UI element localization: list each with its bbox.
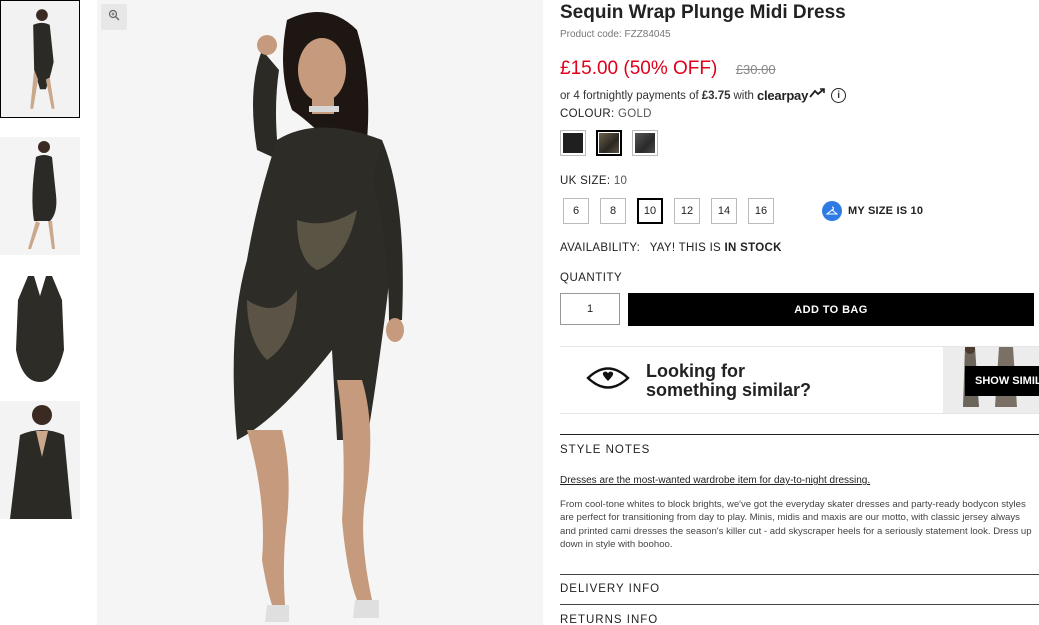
my-size-button[interactable]: MY SIZE IS 10 — [822, 201, 923, 221]
delivery-info-toggle[interactable]: DELIVERY INFO — [560, 583, 660, 595]
model-photo — [97, 0, 543, 625]
clearpay-logo: clearpay — [756, 88, 809, 103]
zoom-icon — [108, 8, 120, 26]
availability: AVAILABILITY: YAY! THIS IS IN STOCK — [560, 242, 782, 254]
size-14[interactable]: 14 — [711, 198, 737, 224]
product-code: Product code: FZZ84045 — [560, 29, 671, 40]
style-notes-line: From cool-tone whites to block brights, … — [560, 499, 1026, 510]
my-size-text: MY SIZE IS 10 — [848, 205, 924, 217]
clearpay-amount: £3.75 — [701, 89, 731, 102]
clearpay-arrows-icon — [808, 88, 826, 103]
style-notes-description: From cool-tone whites to block brights, … — [560, 498, 1039, 554]
size-8[interactable]: 8 — [600, 198, 626, 224]
style-notes-line: down in style with boohoo. — [560, 538, 673, 550]
similar-banner[interactable]: Looking for something similar? SHOW SIMI… — [560, 346, 1039, 414]
clearpay-info: or 4 fortnightly payments of £3.75 with … — [560, 88, 847, 103]
size-options: 6 8 10 12 14 16 — [563, 198, 774, 224]
product-title: Sequin Wrap Plunge Midi Dress — [560, 2, 846, 23]
zoom-button[interactable] — [101, 4, 127, 30]
swatch-black[interactable] — [560, 130, 586, 156]
swatch-gold[interactable] — [596, 130, 622, 156]
similar-text: Looking for something similar? — [646, 362, 811, 400]
availability-status: IN STOCK — [724, 242, 782, 254]
price-now: £15.00 (50% OFF) — [560, 58, 718, 79]
colour-value: GOLD — [618, 108, 652, 120]
main-product-image[interactable] — [97, 0, 543, 625]
availability-text: YAY! THIS IS — [649, 242, 722, 254]
colour-label-text: COLOUR: — [560, 108, 615, 120]
thumbnail-flat-lay[interactable] — [0, 270, 80, 388]
size-label: UK SIZE: 10 — [560, 175, 627, 187]
eye-icon — [586, 365, 630, 396]
quantity-input[interactable] — [560, 293, 620, 325]
style-notes-heading[interactable]: STYLE NOTES — [560, 444, 650, 456]
returns-info-toggle[interactable]: RETURNS INFO — [560, 614, 658, 625]
similar-line2: something similar? — [646, 380, 812, 400]
size-6[interactable]: 6 — [563, 198, 589, 224]
thumbnail-side[interactable] — [0, 137, 80, 255]
price-row: £15.00 (50% OFF) £30.00 — [560, 58, 776, 80]
clearpay-prefix: or 4 fortnightly payments of — [560, 89, 699, 102]
similar-line1: Looking for — [646, 361, 745, 381]
swatch-silver[interactable] — [632, 130, 658, 156]
thumbnail-closeup[interactable] — [0, 401, 80, 519]
size-12[interactable]: 12 — [674, 198, 700, 224]
divider — [560, 574, 1039, 575]
clearpay-with: with — [733, 89, 754, 102]
thumbnail-front[interactable] — [0, 0, 80, 118]
colour-label: COLOUR: GOLD — [560, 108, 652, 120]
show-similar-button[interactable]: SHOW SIMILAR — [965, 366, 1039, 396]
quantity-label: QUANTITY — [560, 272, 623, 284]
availability-label: AVAILABILITY: — [560, 242, 641, 254]
size-label-text: UK SIZE: — [560, 175, 611, 187]
style-notes-link[interactable]: Dresses are the most-wanted wardrobe ite… — [560, 475, 870, 486]
size-value: 10 — [613, 175, 628, 187]
hanger-icon — [822, 201, 842, 221]
style-notes-line: are perfect for transitioning from day t… — [560, 512, 1020, 524]
size-16[interactable]: 16 — [748, 198, 774, 224]
info-icon[interactable]: i — [831, 88, 847, 103]
divider — [560, 434, 1039, 435]
divider — [560, 604, 1039, 605]
style-notes-line: and printed cami dresses the season's ki… — [560, 525, 1032, 537]
colour-swatches — [560, 130, 658, 156]
size-10[interactable]: 10 — [637, 198, 663, 224]
add-to-bag-button[interactable]: ADD TO BAG — [628, 293, 1034, 326]
price-was: £30.00 — [735, 62, 776, 77]
